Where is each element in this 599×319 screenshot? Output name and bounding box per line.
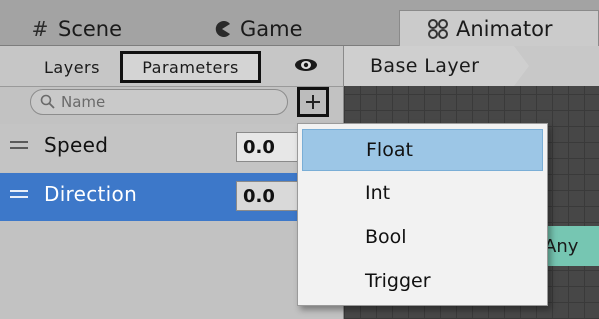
search-icon [39,93,57,111]
tab-scene[interactable]: # Scene [8,12,158,45]
parameter-name: Direction [44,182,138,206]
tab-animator[interactable]: Animator [399,10,599,46]
unity-editor-window: # Scene Game Animator Layers Parameters … [0,0,599,319]
tab-animator-label: Animator [456,16,553,41]
panel-subtabs: Layers Parameters [0,46,343,87]
menu-item-trigger[interactable]: Trigger [302,260,543,302]
drag-handle-icon[interactable] [10,190,28,202]
animator-icon [426,18,450,40]
add-parameter-menu: Float Int Bool Trigger [297,123,548,306]
menu-item-float[interactable]: Float [302,129,543,171]
breadcrumb: Base Layer [344,46,599,86]
menu-item-int[interactable]: Int [302,172,543,214]
parameter-name: Speed [44,133,109,157]
plus-icon [306,95,320,109]
parameter-search-row: Name [0,86,343,124]
tab-game-label: Game [240,16,303,41]
add-parameter-button[interactable] [297,87,329,117]
tab-scene-label: Scene [58,16,123,41]
eye-icon[interactable] [293,55,319,75]
tab-parameters[interactable]: Parameters [120,51,261,83]
grid-icon: # [31,16,49,41]
tab-game[interactable]: Game [210,12,360,45]
editor-tab-bar: # Scene Game Animator [0,0,599,46]
drag-handle-icon[interactable] [10,141,28,153]
breadcrumb-base-layer[interactable]: Base Layer [344,46,529,86]
parameter-row-speed[interactable]: Speed 0.0 [0,124,343,172]
search-input[interactable]: Name [30,89,288,115]
parameters-panel: Layers Parameters Name Speed 0.0 Directi… [0,46,344,319]
pacman-icon [210,20,234,38]
tab-layers[interactable]: Layers [30,53,114,81]
menu-item-bool[interactable]: Bool [302,216,543,258]
search-placeholder: Name [61,93,106,111]
parameter-row-direction[interactable]: Direction 0.0 [0,173,343,221]
